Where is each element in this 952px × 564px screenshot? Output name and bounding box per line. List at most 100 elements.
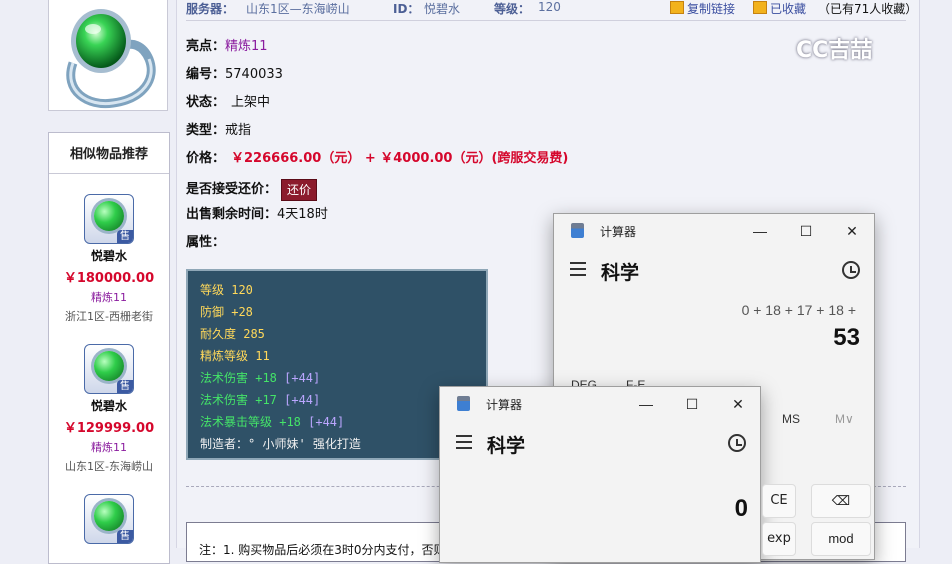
attr-line: 耐久度 285	[200, 323, 486, 345]
copy-link-text[interactable]: 复制链接	[687, 2, 735, 16]
purchase-note-text: 注：1. 购买物品后必须在3时0分内支付，否则	[199, 543, 446, 557]
id-value: 悦碧水	[424, 2, 461, 16]
similar-item[interactable]: 售	[49, 474, 169, 544]
price-label: 价格：	[186, 151, 226, 166]
attr-text: 法术暴击等级 +18	[200, 415, 309, 429]
attr-text: 精炼等级 11	[200, 349, 270, 363]
history-icon[interactable]	[728, 434, 746, 452]
exp-key[interactable]: exp	[762, 522, 796, 556]
number-label: 编号：	[186, 67, 226, 82]
clear-entry-key[interactable]: CE	[762, 484, 796, 518]
header-divider	[186, 20, 906, 21]
counter-offer-button[interactable]: 还价	[281, 178, 318, 201]
similar-item[interactable]: 售 悦碧水 ￥180000.00 精炼11 浙江1区-西栅老街	[49, 174, 169, 324]
favorite-text[interactable]: 已收藏	[770, 2, 806, 16]
attr-bonus: [+44]	[308, 415, 345, 429]
minimize-button[interactable]: —	[626, 391, 666, 417]
for-sale-badge: 售	[117, 530, 133, 543]
attr-line: 等级 120	[200, 279, 486, 301]
price-value: ￥226666.00（元） + ￥4000.00（元）(跨服交易费)	[231, 151, 569, 166]
attr-bonus: [+44]	[284, 393, 321, 407]
minimize-button[interactable]: —	[740, 218, 780, 244]
hamburger-menu-icon[interactable]	[570, 262, 586, 280]
calculator-result: 53	[833, 324, 860, 351]
calculator-titlebar[interactable]: 计算器 — ☐ ✕	[440, 387, 760, 421]
memory-dropdown-button[interactable]: M∨	[835, 412, 854, 426]
similar-item-price: ￥180000.00	[63, 271, 155, 286]
calculator-window-front[interactable]: 计算器 — ☐ ✕ 科学 0	[439, 386, 761, 563]
similar-item-price: ￥129999.00	[63, 421, 155, 436]
maximize-button[interactable]: ☐	[786, 218, 826, 244]
calculator-title: 计算器	[486, 398, 523, 412]
calculator-titlebar[interactable]: 计算器 — ☐ ✕	[554, 214, 874, 248]
price-field: 价格： ￥226666.00（元） + ￥4000.00（元）(跨服交易费)	[186, 150, 568, 168]
copy-link-icon	[670, 1, 684, 14]
similar-item-refine: 精炼11	[91, 291, 127, 304]
similar-item-name[interactable]: 悦碧水	[49, 397, 169, 414]
type-field: 类型：戒指	[186, 122, 251, 140]
item-header-row: 服务器： 山东1区—东海崂山 ID： 悦碧水 等级： 120 复制链接 已收藏 …	[186, 0, 917, 17]
history-icon[interactable]	[842, 261, 860, 279]
type-value: 戒指	[225, 123, 252, 138]
similar-item-thumbnail[interactable]: 售	[84, 194, 134, 244]
server-label: 服务器：	[186, 2, 235, 16]
similar-item-server: 山东1区-东海崂山	[65, 460, 153, 473]
attributes-field: 属性：	[186, 234, 225, 252]
calculator-mode: 科学	[601, 263, 640, 284]
server-value: 山东1区—东海崂山	[246, 2, 350, 16]
calculator-mode: 科学	[487, 436, 526, 457]
close-button[interactable]: ✕	[718, 391, 758, 417]
memory-store-button[interactable]: MS	[782, 412, 800, 426]
jade-ring-icon	[94, 201, 124, 231]
number-value: 5740033	[225, 67, 283, 82]
jade-ring-image	[66, 9, 156, 109]
calculator-app-icon	[457, 396, 470, 411]
counter-offer-field: 是否接受还价： 还价	[186, 178, 318, 202]
backspace-key[interactable]: ⌫	[811, 484, 871, 518]
attr-line: 防御 +28	[200, 301, 486, 323]
status-value: 上架中	[231, 95, 271, 110]
attr-text: 法术伤害 +18	[200, 371, 285, 385]
counter-offer-label: 是否接受还价：	[186, 182, 278, 197]
hamburger-menu-icon[interactable]	[456, 435, 472, 453]
attr-text: 耐久度 285	[200, 327, 265, 341]
highlight-value: 精炼11	[225, 39, 268, 54]
mod-key[interactable]: mod	[811, 522, 871, 556]
attr-text: 制造者：° 小师妹' 强化打造	[200, 437, 361, 451]
calculator-result: 0	[734, 495, 748, 522]
level-label: 等级：	[494, 2, 531, 16]
attr-bonus: [+44]	[284, 371, 321, 385]
highlight-field: 亮点：精炼11	[186, 38, 268, 56]
watermark-logo: CC吉喆	[796, 38, 873, 63]
maximize-button[interactable]: ☐	[672, 391, 712, 417]
remaining-time-field: 出售剩余时间：4天18时	[186, 206, 328, 224]
similar-item-refine: 精炼11	[91, 441, 127, 454]
similar-item-thumbnail[interactable]: 售	[84, 344, 134, 394]
calculator-app-icon	[571, 223, 584, 238]
calculator-expression: 0 + 18 + 17 + 18 +	[741, 302, 856, 318]
similar-item-name[interactable]: 悦碧水	[49, 247, 169, 264]
calculator-title: 计算器	[600, 225, 637, 239]
number-field: 编号：5740033	[186, 66, 283, 84]
attributes-label: 属性：	[186, 235, 226, 250]
similar-items-panel: 相似物品推荐 售 悦碧水 ￥180000.00 精炼11 浙江1区-西栅老街 售…	[48, 132, 170, 564]
attr-text: 等级 120	[200, 283, 253, 297]
copy-link-button[interactable]: 复制链接	[670, 0, 735, 17]
similar-items-title: 相似物品推荐	[49, 133, 169, 174]
status-label: 状态：	[186, 95, 226, 110]
status-field: 状态： 上架中	[186, 94, 270, 112]
favorite-button[interactable]: 已收藏	[753, 0, 806, 17]
attr-text: 法术伤害 +17	[200, 393, 285, 407]
attr-text: 防御 +28	[200, 305, 253, 319]
close-button[interactable]: ✕	[832, 218, 872, 244]
similar-item[interactable]: 售 悦碧水 ￥129999.00 精炼11 山东1区-东海崂山	[49, 324, 169, 474]
for-sale-badge: 售	[117, 380, 133, 393]
attr-line: 精炼等级 11	[200, 345, 486, 367]
favorite-icon	[753, 1, 767, 14]
similar-item-server: 浙江1区-西栅老街	[65, 310, 153, 323]
remaining-time-label: 出售剩余时间：	[186, 207, 278, 222]
remaining-time-value: 4天18时	[277, 207, 328, 222]
similar-item-thumbnail[interactable]: 售	[84, 494, 134, 544]
type-label: 类型：	[186, 123, 226, 138]
item-image	[48, 0, 168, 111]
